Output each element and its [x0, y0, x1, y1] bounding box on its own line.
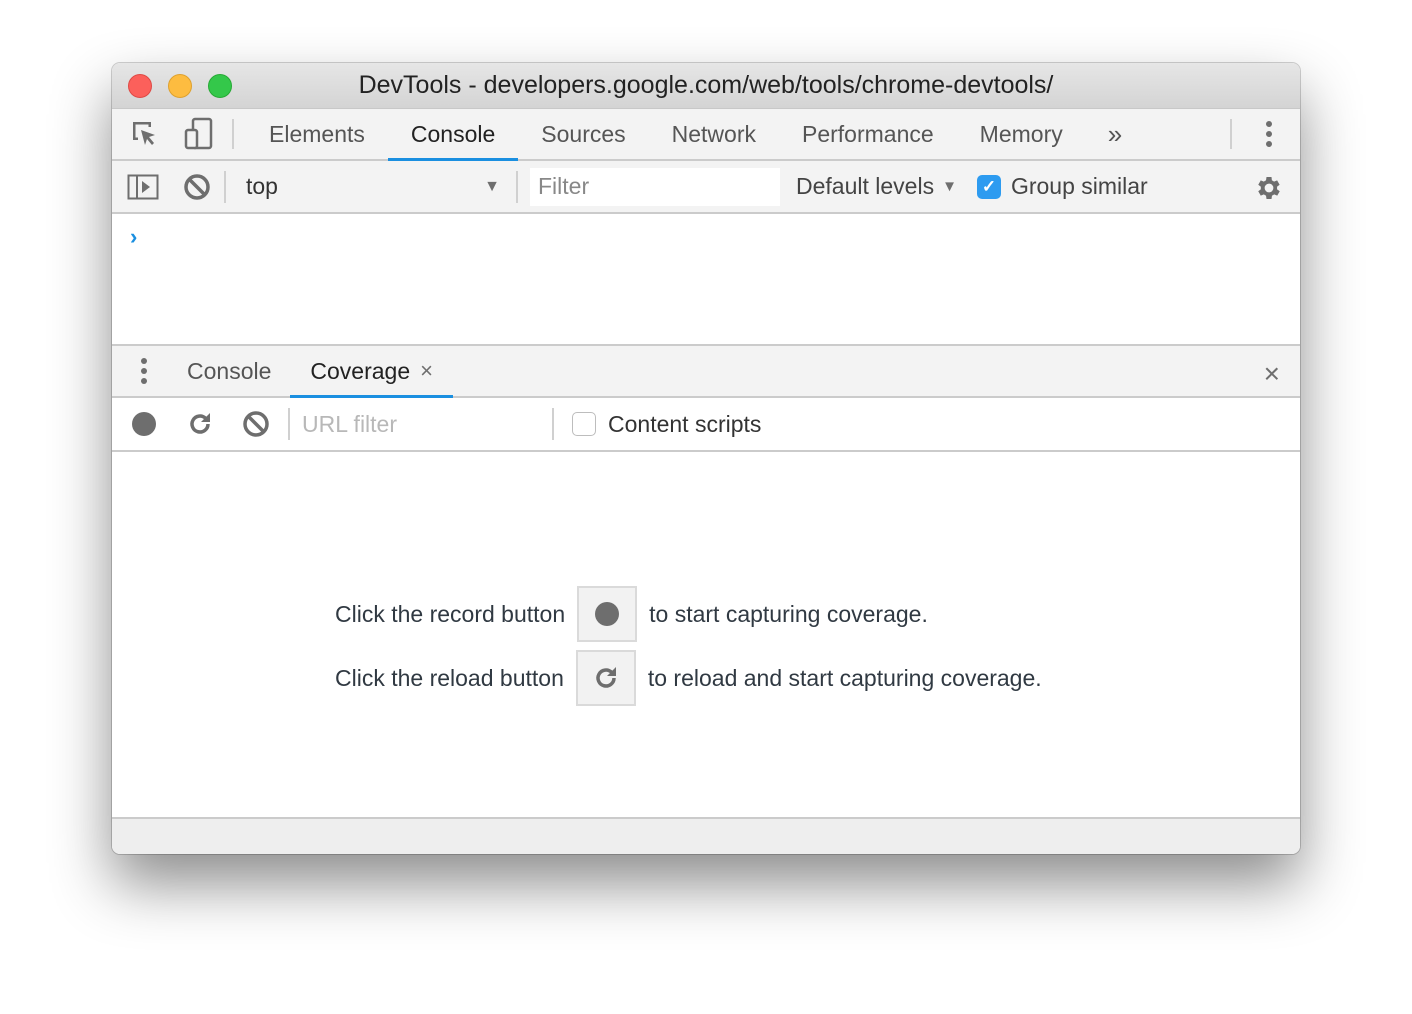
toolbar-divider	[232, 119, 234, 149]
drawer-tab-label: Coverage	[310, 357, 411, 384]
window-controls	[128, 74, 232, 98]
content-scripts-label: Content scripts	[608, 410, 762, 437]
maximize-window-button[interactable]	[208, 74, 232, 98]
clear-icon	[184, 173, 210, 200]
reload-hint-text-after: to reload and start capturing coverage.	[647, 664, 1042, 691]
tab-memory[interactable]: Memory	[957, 109, 1086, 159]
status-bar	[112, 817, 1300, 854]
drawer-tab-console[interactable]: Console	[176, 346, 290, 396]
hint-reload-button[interactable]	[575, 650, 636, 706]
device-toolbar-button[interactable]	[172, 109, 226, 159]
clear-icon	[243, 411, 269, 437]
reload-icon	[190, 413, 210, 434]
toolbar-divider	[288, 408, 290, 440]
chevron-double-right-icon: »	[1107, 118, 1123, 149]
tab-performance[interactable]: Performance	[779, 109, 957, 159]
record-hint: Click the record button to start capturi…	[335, 586, 928, 642]
tab-sources[interactable]: Sources	[518, 109, 648, 159]
tab-elements[interactable]: Elements	[246, 109, 388, 159]
context-selector[interactable]: top ▼	[226, 173, 516, 200]
clear-console-button[interactable]	[170, 173, 224, 201]
record-icon	[595, 602, 620, 626]
toolbar-divider	[1230, 119, 1232, 149]
record-hint-text-after: to start capturing coverage.	[649, 600, 928, 627]
console-prompt-icon: ›	[130, 224, 138, 249]
more-tabs-button[interactable]: »	[1086, 109, 1144, 159]
record-button[interactable]	[116, 411, 172, 437]
select-element-icon	[133, 122, 155, 145]
hint-record-button[interactable]	[577, 586, 638, 642]
console-output[interactable]: ›	[112, 214, 1300, 344]
devtools-window: DevTools - developers.google.com/web/too…	[112, 63, 1300, 854]
show-sidebar-button[interactable]	[116, 174, 170, 200]
checkbox-checked-icon[interactable]: ✓	[976, 174, 1001, 199]
main-toolbar: Elements Console Sources Network Perform…	[112, 109, 1300, 161]
checkbox-unchecked-icon[interactable]	[572, 412, 596, 436]
more-vertical-icon	[1266, 121, 1272, 147]
title-bar: DevTools - developers.google.com/web/too…	[112, 63, 1300, 109]
minimize-window-button[interactable]	[168, 74, 192, 98]
group-similar-checkbox[interactable]: ✓ Group similar	[976, 173, 1148, 200]
console-filter-input[interactable]	[530, 167, 780, 206]
dropdown-arrow-icon: ▼	[484, 177, 500, 195]
device-toolbar-icon	[184, 117, 213, 150]
drawer-tab-label: Console	[187, 357, 272, 384]
context-value: top	[246, 173, 278, 199]
close-window-button[interactable]	[128, 74, 152, 98]
close-drawer-button[interactable]: ×	[1264, 358, 1280, 390]
reload-icon	[596, 667, 616, 688]
drawer-tabbar: Console Coverage × ×	[112, 344, 1300, 398]
drawer-menu-button[interactable]	[112, 346, 176, 396]
inspect-element-button[interactable]	[118, 109, 172, 159]
tab-console[interactable]: Console	[387, 109, 519, 161]
sidebar-toggle-icon	[127, 174, 159, 199]
toolbar-divider	[552, 408, 554, 440]
console-settings-button[interactable]	[1254, 173, 1284, 208]
customize-devtools-button[interactable]	[1242, 109, 1296, 159]
gear-icon	[1258, 177, 1280, 199]
toolbar-divider	[516, 170, 518, 203]
drawer-tab-coverage[interactable]: Coverage ×	[290, 346, 453, 398]
record-icon	[132, 412, 156, 436]
url-filter-input[interactable]	[302, 406, 552, 442]
dropdown-arrow-icon: ▼	[942, 178, 957, 195]
coverage-toolbar: Content scripts	[112, 398, 1300, 452]
group-similar-label: Group similar	[1010, 173, 1148, 199]
close-icon: ×	[1263, 358, 1280, 389]
close-tab-icon[interactable]: ×	[420, 358, 433, 384]
log-levels-label: Default levels	[796, 173, 935, 199]
coverage-empty-state: Click the record button to start capturi…	[112, 452, 1300, 812]
reload-hint-text-before: Click the reload button	[335, 664, 564, 691]
clear-coverage-button[interactable]	[228, 410, 284, 438]
reload-hint: Click the reload button to reload and st…	[335, 650, 1042, 706]
window-title: DevTools - developers.google.com/web/too…	[358, 71, 1054, 99]
more-vertical-icon	[141, 358, 147, 384]
tab-network[interactable]: Network	[649, 109, 779, 159]
content-scripts-checkbox[interactable]: Content scripts	[572, 411, 761, 438]
reload-record-button[interactable]	[172, 411, 228, 437]
log-levels-dropdown[interactable]: Default levels ▼	[796, 173, 957, 200]
console-toolbar: top ▼ Default levels ▼ ✓ Group similar	[112, 161, 1300, 214]
record-hint-text-before: Click the record button	[335, 600, 566, 627]
